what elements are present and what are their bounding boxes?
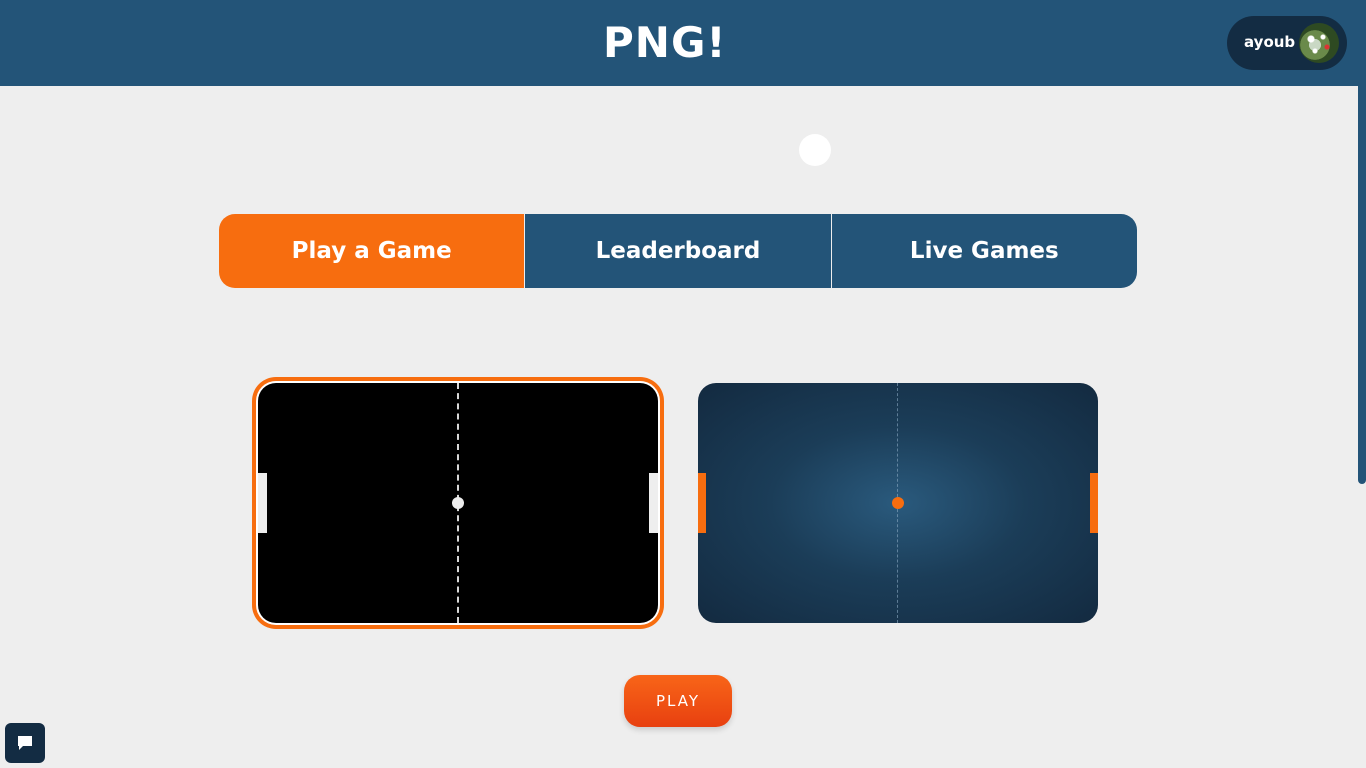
right-paddle <box>1090 473 1098 533</box>
user-profile-chip[interactable]: ayoub <box>1227 16 1347 70</box>
top-header: P NG! ayoub <box>0 0 1366 166</box>
play-button[interactable]: PLAY <box>624 675 732 727</box>
theme-card-modern[interactable] <box>698 383 1098 623</box>
main-tabs: Play a Game Leaderboard Live Games <box>219 214 1137 288</box>
tab-live-games[interactable]: Live Games <box>830 214 1137 288</box>
pong-logo[interactable]: P NG! <box>603 17 831 166</box>
game-ball <box>892 497 904 509</box>
tab-play-a-game[interactable]: Play a Game <box>219 214 525 288</box>
tab-leaderboard[interactable]: Leaderboard <box>524 214 831 288</box>
left-paddle <box>698 473 706 533</box>
logo-letter-p: P <box>603 17 635 67</box>
avatar[interactable] <box>1299 23 1339 63</box>
logo-ball-o <box>799 134 831 166</box>
logo-letters-ng: NG! <box>634 17 727 67</box>
game-ball <box>452 497 464 509</box>
username: ayoub <box>1244 33 1296 51</box>
scrollbar-thumb[interactable] <box>1358 0 1366 484</box>
theme-card-classic[interactable] <box>258 383 658 623</box>
left-paddle <box>258 473 267 533</box>
chat-bubble-icon <box>18 736 32 750</box>
right-paddle <box>649 473 658 533</box>
chat-button[interactable] <box>5 723 45 763</box>
